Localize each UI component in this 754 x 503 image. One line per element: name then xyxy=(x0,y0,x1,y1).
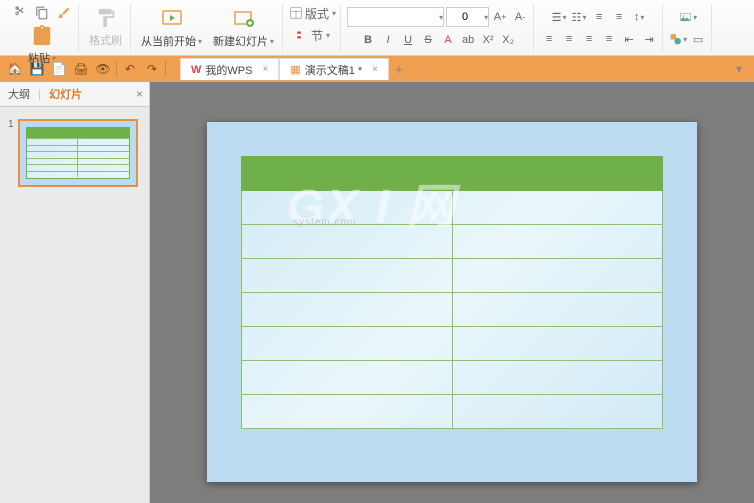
justify-button[interactable]: ≡ xyxy=(600,30,618,48)
preview-icon[interactable]: 👁 xyxy=(94,60,112,78)
slide-table[interactable] xyxy=(241,156,663,429)
bold-button[interactable]: B xyxy=(359,31,377,49)
main-area: 大纲 | 幻灯片 × 1 xyxy=(0,82,754,503)
new-slide-icon xyxy=(232,7,256,31)
wps-logo-icon: W xyxy=(191,64,201,76)
slides-tab[interactable]: 幻灯片 xyxy=(41,82,90,106)
thumbnail-list: 1 xyxy=(0,107,149,199)
layout-label: 版式 xyxy=(305,5,329,22)
close-icon[interactable]: × xyxy=(372,64,378,75)
indent-left-button[interactable]: ≡ xyxy=(590,8,608,26)
format-painter-label: 格式刷 xyxy=(89,32,122,48)
home-icon[interactable]: 🏠 xyxy=(6,60,24,78)
arrange-button[interactable]: ▭ xyxy=(689,30,707,48)
paste-icon xyxy=(30,24,54,48)
slide[interactable]: GX I 网 system.com xyxy=(207,122,697,482)
close-icon[interactable]: × xyxy=(262,64,268,75)
section-label: 节 xyxy=(311,27,323,44)
font-color-button[interactable]: A xyxy=(439,31,457,49)
tab-wps[interactable]: W 我的WPS × xyxy=(180,58,279,80)
highlight-button[interactable]: ab xyxy=(459,31,477,49)
align-left-button[interactable]: ≡ xyxy=(540,30,558,48)
italic-button[interactable]: I xyxy=(379,31,397,49)
thumb-number: 1 xyxy=(8,119,14,187)
strike-button[interactable]: S xyxy=(419,31,437,49)
format-painter-button[interactable]: 格式刷 xyxy=(85,4,126,50)
from-current-label: 从当前开始 xyxy=(141,33,196,49)
panel-close-icon[interactable]: × xyxy=(130,87,149,101)
subscript-button[interactable]: X₂ xyxy=(499,31,517,49)
tab-wps-label: 我的WPS xyxy=(205,62,252,78)
decrease-indent-button[interactable]: ⇤ xyxy=(620,30,638,48)
picture-button[interactable]: ▾ xyxy=(679,8,697,26)
add-tab-button[interactable]: + xyxy=(389,61,409,77)
superscript-button[interactable]: X² xyxy=(479,31,497,49)
ribbon-toolbar: 粘贴▾ 格式刷 从当前开始▾ 新建幻灯片▾ 版式▾ 节▾ ▾ 0▾ A+ A- xyxy=(0,0,754,56)
tab-doc-label: 演示文稿1 * xyxy=(305,62,362,78)
from-current-button[interactable]: 从当前开始▾ xyxy=(137,5,206,51)
tab-menu-button[interactable]: ▾ xyxy=(730,62,748,76)
font-name-combo[interactable]: ▾ xyxy=(347,7,444,27)
slide-panel: 大纲 | 幻灯片 × 1 xyxy=(0,82,150,503)
new-slide-label: 新建幻灯片 xyxy=(213,33,268,49)
slide-thumbnail[interactable]: 1 xyxy=(8,119,141,187)
increase-font-button[interactable]: A+ xyxy=(491,8,509,26)
save-icon[interactable]: 💾 xyxy=(28,60,46,78)
brush-icon[interactable] xyxy=(54,4,74,22)
shapes-button[interactable]: ▾ xyxy=(669,30,687,48)
tab-document[interactable]: ▦ 演示文稿1 * × xyxy=(279,58,389,80)
quick-access-toolbar: 🏠 💾 📄 🖨 👁 ↶ ↷ W 我的WPS × ▦ 演示文稿1 * × + ▾ xyxy=(0,56,754,82)
section-button[interactable]: 节▾ xyxy=(289,26,336,44)
numbering-button[interactable]: ☷▾ xyxy=(570,8,588,26)
redo-icon[interactable]: ↷ xyxy=(143,60,161,78)
underline-button[interactable]: U xyxy=(399,31,417,49)
pdf-icon[interactable]: 📄 xyxy=(50,60,68,78)
undo-icon[interactable]: ↶ xyxy=(121,60,139,78)
align-right-button[interactable]: ≡ xyxy=(580,30,598,48)
slide-canvas[interactable]: GX I 网 system.com xyxy=(150,82,754,503)
format-painter-icon xyxy=(94,6,118,30)
panel-tabs: 大纲 | 幻灯片 × xyxy=(0,82,149,107)
font-size-combo[interactable]: 0▾ xyxy=(446,7,489,27)
document-tabs: W 我的WPS × ▦ 演示文稿1 * × + ▾ xyxy=(180,58,748,80)
layout-button[interactable]: 版式▾ xyxy=(289,4,336,22)
bullets-button[interactable]: ☰▾ xyxy=(550,8,568,26)
copy-icon[interactable] xyxy=(32,4,52,22)
align-center-button[interactable]: ≡ xyxy=(560,30,578,48)
line-spacing-button[interactable]: ↕▾ xyxy=(630,8,648,26)
indent-right-button[interactable]: ≡ xyxy=(610,8,628,26)
increase-indent-button[interactable]: ⇥ xyxy=(640,30,658,48)
presentation-icon: ▦ xyxy=(290,63,300,76)
new-slide-button[interactable]: 新建幻灯片▾ xyxy=(209,5,278,51)
play-icon xyxy=(160,7,184,31)
cut-icon[interactable] xyxy=(10,4,30,22)
decrease-font-button[interactable]: A- xyxy=(511,8,529,26)
outline-tab[interactable]: 大纲 xyxy=(0,82,38,106)
print-icon[interactable]: 🖨 xyxy=(72,60,90,78)
